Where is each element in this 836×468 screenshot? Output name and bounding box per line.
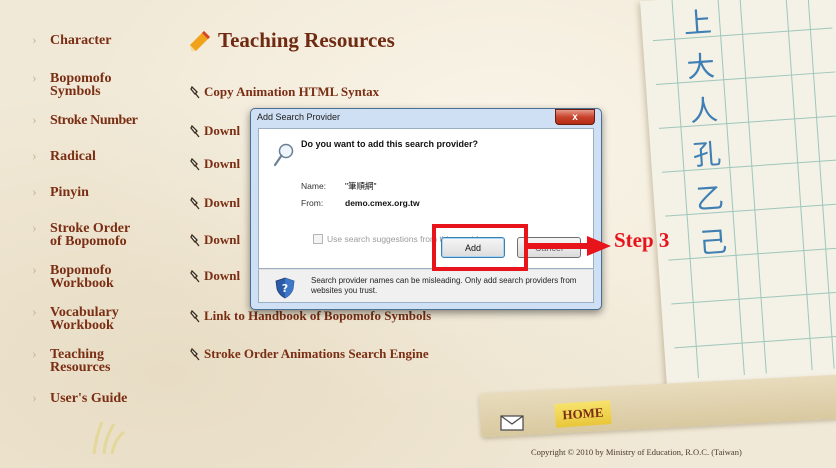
link-label: Downl: [204, 268, 241, 283]
chevron-right-icon: ›: [32, 185, 37, 200]
pushpin-icon: [190, 347, 200, 360]
notebook-char: 己: [697, 224, 729, 260]
notebook-char: 孔: [691, 137, 723, 173]
link-handbook-bopomofo[interactable]: Link to Handbook of Bopomofo Symbols: [190, 308, 431, 324]
from-value: demo.cmex.org.tw: [345, 198, 420, 208]
sidebar-item-label: Radical: [50, 149, 96, 164]
notebook-char: 乙: [694, 181, 726, 216]
home-button[interactable]: HOME: [554, 400, 612, 428]
sidebar-item-stroke-order-bopomofo[interactable]: › Stroke Order of Bopomofo: [32, 221, 162, 249]
highlight-box: [432, 224, 528, 271]
link-label: Downl: [204, 195, 241, 210]
name-value: "筆順網": [345, 181, 377, 191]
search-icon: [273, 143, 294, 167]
sidebar-item-label: Pinyin: [50, 185, 89, 200]
sidebar-item-radical[interactable]: › Radical: [32, 149, 162, 164]
sidebar-item-character[interactable]: › Character: [32, 33, 162, 48]
notebook-char: 上: [682, 5, 713, 41]
step-label: Step 3: [614, 228, 670, 252]
shield-icon: ?: [275, 277, 295, 299]
copyright-text: Copyright © 2010 by Ministry of Educatio…: [531, 447, 742, 457]
chevron-right-icon: ›: [32, 305, 37, 320]
chevron-right-icon: ›: [32, 33, 37, 48]
sidebar-item-bopomofo-symbols[interactable]: › Bopomofo Symbols: [32, 71, 162, 99]
chevron-right-icon: ›: [32, 113, 37, 128]
sidebar-item-users-guide[interactable]: › User's Guide: [32, 391, 162, 406]
chevron-right-icon: ›: [32, 149, 37, 164]
link-label: Copy Animation HTML Syntax: [204, 84, 380, 99]
arrow-right-icon: [525, 236, 611, 256]
chevron-right-icon: ›: [32, 71, 37, 86]
pushpin-icon: [190, 269, 200, 282]
dialog-question: Do you want to add this search provider?: [301, 139, 479, 149]
search-suggestions-checkbox[interactable]: [313, 234, 323, 244]
sidebar-item-pinyin[interactable]: › Pinyin: [32, 185, 162, 200]
notebook-decoration: 上 大 人 孔 乙 己: [640, 0, 836, 411]
sidebar-item-label: Stroke Order of Bopomofo: [50, 221, 131, 249]
link-label: Stroke Order Animations Search Engine: [204, 346, 429, 361]
sidebar-item-bopomofo-workbook[interactable]: › Bopomofo Workbook: [32, 263, 162, 291]
mail-icon[interactable]: [500, 415, 524, 431]
close-button[interactable]: x: [555, 109, 595, 125]
sidebar-item-label: Stroke Number: [50, 113, 138, 128]
link-download-4[interactable]: Downl: [190, 232, 240, 248]
link-stroke-order-search[interactable]: Stroke Order Animations Search Engine: [190, 346, 429, 362]
sidebar-item-label: Vocabulary Workbook: [50, 305, 119, 333]
grid-lines: [652, 0, 836, 379]
pencil-icon: [190, 30, 210, 51]
link-label: Downl: [204, 232, 241, 247]
name-label: Name:: [301, 181, 327, 191]
sidebar-item-label: User's Guide: [50, 391, 128, 406]
sidebar-item-label: Teaching Resources: [50, 347, 111, 375]
chevron-right-icon: ›: [32, 391, 37, 406]
add-search-provider-dialog: Add Search Provider x Do you want to add…: [250, 108, 602, 310]
pushpin-icon: [190, 85, 200, 98]
sidebar-item-vocabulary-workbook[interactable]: › Vocabulary Workbook: [32, 305, 162, 333]
sidebar-item-teaching-resources[interactable]: › Teaching Resources: [32, 347, 162, 375]
from-label: From:: [301, 198, 324, 208]
sidebar-item-label: Character: [50, 33, 112, 48]
notebook-char: 大: [685, 49, 716, 85]
chevron-right-icon: ›: [32, 347, 37, 362]
warning-text: Search provider names can be misleading.…: [311, 276, 577, 295]
page-heading: Teaching Resources: [188, 28, 395, 53]
pushpin-icon: [190, 233, 200, 246]
link-download-2[interactable]: Downl: [190, 156, 240, 172]
sidebar-item-label: Bopomofo Symbols: [50, 71, 112, 99]
chevron-right-icon: ›: [32, 263, 37, 278]
notebook-char: 人: [688, 93, 719, 129]
pushpin-icon: [190, 309, 200, 322]
chevron-right-icon: ›: [32, 221, 37, 236]
grass-doodle-icon: [92, 421, 125, 454]
dialog-footer: ? Search provider names can be misleadin…: [258, 269, 594, 303]
page-title: Teaching Resources: [218, 28, 395, 52]
link-label: Downl: [204, 123, 241, 138]
sidebar-item-label: Bopomofo Workbook: [50, 263, 114, 291]
sidebar-item-stroke-number[interactable]: › Stroke Number: [32, 113, 162, 128]
link-label: Link to Handbook of Bopomofo Symbols: [204, 308, 432, 323]
pushpin-icon: [190, 124, 200, 137]
dialog-title: Add Search Provider: [257, 112, 341, 122]
link-download-5[interactable]: Downl: [190, 268, 240, 284]
svg-text:?: ?: [282, 282, 288, 295]
link-download-3[interactable]: Downl: [190, 195, 240, 211]
link-copy-animation-html[interactable]: Copy Animation HTML Syntax: [190, 84, 379, 100]
link-download-1[interactable]: Downl: [190, 123, 240, 139]
pushpin-icon: [190, 157, 200, 170]
link-label: Downl: [204, 156, 241, 171]
pushpin-icon: [190, 196, 200, 209]
